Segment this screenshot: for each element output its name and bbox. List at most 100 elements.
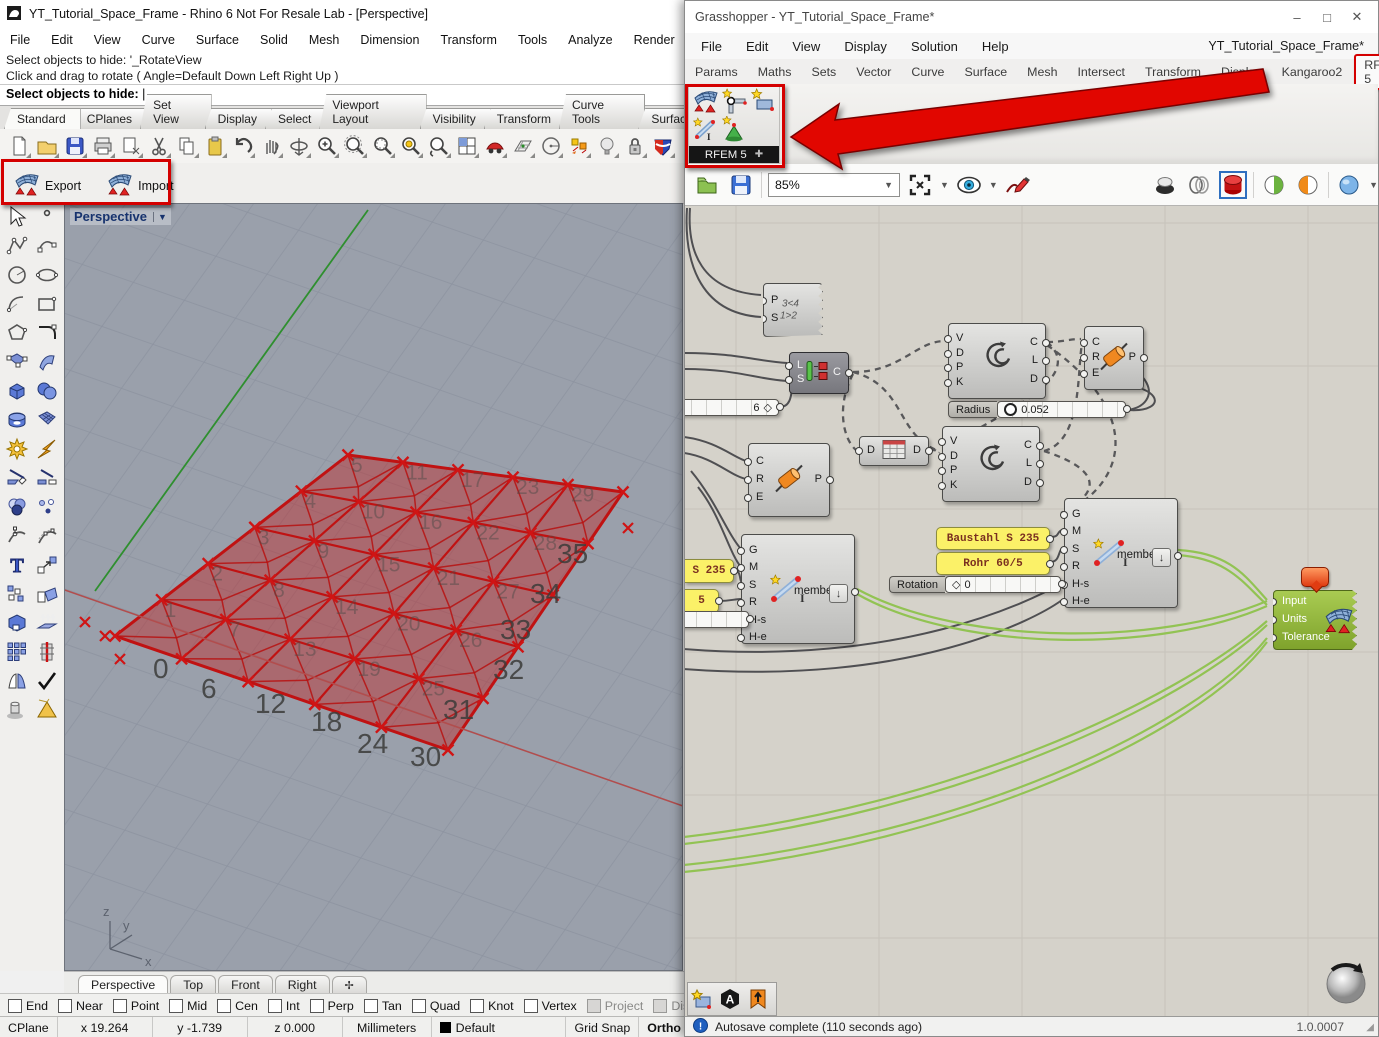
point-icon[interactable] xyxy=(32,203,62,231)
menu-view[interactable]: View xyxy=(94,33,121,47)
annotation-icon[interactable]: A xyxy=(717,986,743,1012)
output-port-P[interactable] xyxy=(826,476,834,484)
sketch-icon[interactable] xyxy=(1004,171,1032,199)
polygon-icon[interactable] xyxy=(2,319,32,347)
tree-component[interactable]: DD xyxy=(855,436,933,466)
no-preview-icon[interactable] xyxy=(1151,171,1179,199)
circle-axis-icon[interactable] xyxy=(538,133,563,159)
gh-menu-edit[interactable]: Edit xyxy=(746,39,768,54)
status-default[interactable]: Default xyxy=(432,1017,567,1037)
fillet-curve-icon[interactable] xyxy=(32,319,62,347)
input-port-P[interactable] xyxy=(938,467,946,476)
osnap-perp[interactable]: Perp xyxy=(309,998,354,1013)
slider-track[interactable]: ◇ xyxy=(685,611,749,628)
toolbar-tab-viewport-layout[interactable]: Viewport Layout xyxy=(319,94,427,129)
output-port-L[interactable] xyxy=(1036,460,1044,468)
viewport-layout-icon[interactable] xyxy=(454,133,479,159)
checkbox-icon[interactable] xyxy=(523,998,538,1013)
input-port-M[interactable] xyxy=(737,564,745,573)
component-tab-intersect[interactable]: Intersect xyxy=(1067,62,1135,82)
selected-only-icon[interactable] xyxy=(1260,171,1288,199)
color-wheel-icon[interactable] xyxy=(2,493,32,521)
light-icon[interactable] xyxy=(594,133,619,159)
checkbox-icon[interactable] xyxy=(169,998,184,1013)
slider-handle[interactable]: ◇ xyxy=(952,578,960,591)
panel-section[interactable]: Rohr 60/5 xyxy=(936,552,1054,575)
gh-menu-file[interactable]: File xyxy=(701,39,722,54)
new-file-icon[interactable] xyxy=(6,133,31,159)
component-tab-vector[interactable]: Vector xyxy=(846,62,901,82)
toolbar-tab-transform[interactable]: Transform xyxy=(483,108,566,129)
text-icon[interactable]: T xyxy=(2,551,32,579)
import-button[interactable]: Import xyxy=(101,168,179,203)
zoom-extents-icon[interactable] xyxy=(906,171,934,199)
input-port-tolerance[interactable] xyxy=(1273,634,1277,642)
slider-handle[interactable]: ◇ xyxy=(764,401,772,414)
custom-preview-icon[interactable] xyxy=(1335,171,1363,199)
osnap-near[interactable]: Near xyxy=(58,998,103,1013)
named-view-icon[interactable] xyxy=(482,133,507,159)
circle-icon[interactable] xyxy=(2,261,32,289)
rfem-surface-support-icon[interactable] xyxy=(748,87,776,115)
output-port-C[interactable] xyxy=(1036,441,1044,450)
osnap-end[interactable]: End xyxy=(8,998,48,1013)
rectangle-icon[interactable] xyxy=(32,290,62,318)
status-millimeters[interactable]: Millimeters xyxy=(343,1017,432,1037)
number-slider[interactable]: 6 ◇ xyxy=(685,399,784,416)
component-tab-kangaroo2[interactable]: Kangaroo2 xyxy=(1272,62,1353,82)
output-port-C[interactable] xyxy=(1042,338,1050,347)
paste-icon[interactable] xyxy=(202,133,227,159)
output-port-D[interactable] xyxy=(1036,478,1044,487)
component-tab-display[interactable]: Display xyxy=(1211,62,1272,82)
zoom-dynamic-icon[interactable] xyxy=(342,133,367,159)
input-port-D[interactable] xyxy=(855,447,863,455)
checkbox-icon[interactable] xyxy=(267,998,282,1013)
input-port-units[interactable] xyxy=(1273,616,1277,624)
trim-icon[interactable] xyxy=(2,464,32,492)
menu-dimension[interactable]: Dimension xyxy=(360,33,419,47)
menu-curve[interactable]: Curve xyxy=(142,33,175,47)
rebuild-curve-icon[interactable] xyxy=(32,522,62,550)
status-grid-snap[interactable]: Grid Snap xyxy=(566,1017,640,1037)
cut-icon[interactable] xyxy=(146,133,171,159)
renderer-icon[interactable] xyxy=(650,133,675,159)
viewport-title-menu[interactable]: Perspective ▼ xyxy=(70,208,171,225)
input-port-V[interactable] xyxy=(944,334,952,343)
rfem-surface-icon[interactable] xyxy=(692,87,720,115)
output-port-D[interactable] xyxy=(925,447,933,455)
expand-button[interactable]: ↓ xyxy=(1152,548,1171,567)
rfem-export-component[interactable]: Input Units Tolerance xyxy=(1273,590,1357,650)
rotate-icon[interactable] xyxy=(32,580,62,608)
component-tab-mesh[interactable]: Mesh xyxy=(1017,62,1067,82)
torus-icon[interactable] xyxy=(2,406,32,434)
menu-mesh[interactable]: Mesh xyxy=(309,33,340,47)
status-z-0-000[interactable]: z 0.000 xyxy=(248,1017,343,1037)
checkbox-icon[interactable] xyxy=(58,998,73,1013)
arc-icon[interactable] xyxy=(2,290,32,318)
toolbar-tab-curve-tools[interactable]: Curve Tools xyxy=(558,94,646,129)
output-port-D[interactable] xyxy=(1042,375,1050,384)
ellipse-icon[interactable] xyxy=(32,261,62,289)
gh-menu-help[interactable]: Help xyxy=(982,39,1009,54)
viewport-tab-add[interactable]: ✢ xyxy=(331,976,367,994)
component-tab-sets[interactable]: Sets xyxy=(801,62,846,82)
input-port-S[interactable] xyxy=(1060,545,1068,554)
polyline-icon[interactable] xyxy=(2,232,32,260)
save-document-icon[interactable] xyxy=(727,171,755,199)
input-port-E[interactable] xyxy=(744,494,752,502)
checkbox-icon[interactable] xyxy=(411,998,426,1013)
minimize-button[interactable]: – xyxy=(1282,6,1312,28)
input-port-R[interactable] xyxy=(744,476,752,484)
surface-icon[interactable] xyxy=(2,348,32,376)
extrude-icon[interactable] xyxy=(32,609,62,637)
menu-surface[interactable]: Surface xyxy=(196,33,239,47)
adjust-curve-icon[interactable] xyxy=(2,522,32,550)
sphere-icon[interactable] xyxy=(32,377,62,405)
component-tab-maths[interactable]: Maths xyxy=(748,62,802,82)
save-icon[interactable] xyxy=(62,133,87,159)
input-port-H-e[interactable] xyxy=(737,634,745,642)
points-icon[interactable] xyxy=(32,493,62,521)
viewport-tab-perspective[interactable]: Perspective xyxy=(78,975,169,994)
slider-output-port[interactable] xyxy=(746,615,754,623)
zoom-selected-icon[interactable] xyxy=(398,133,423,159)
